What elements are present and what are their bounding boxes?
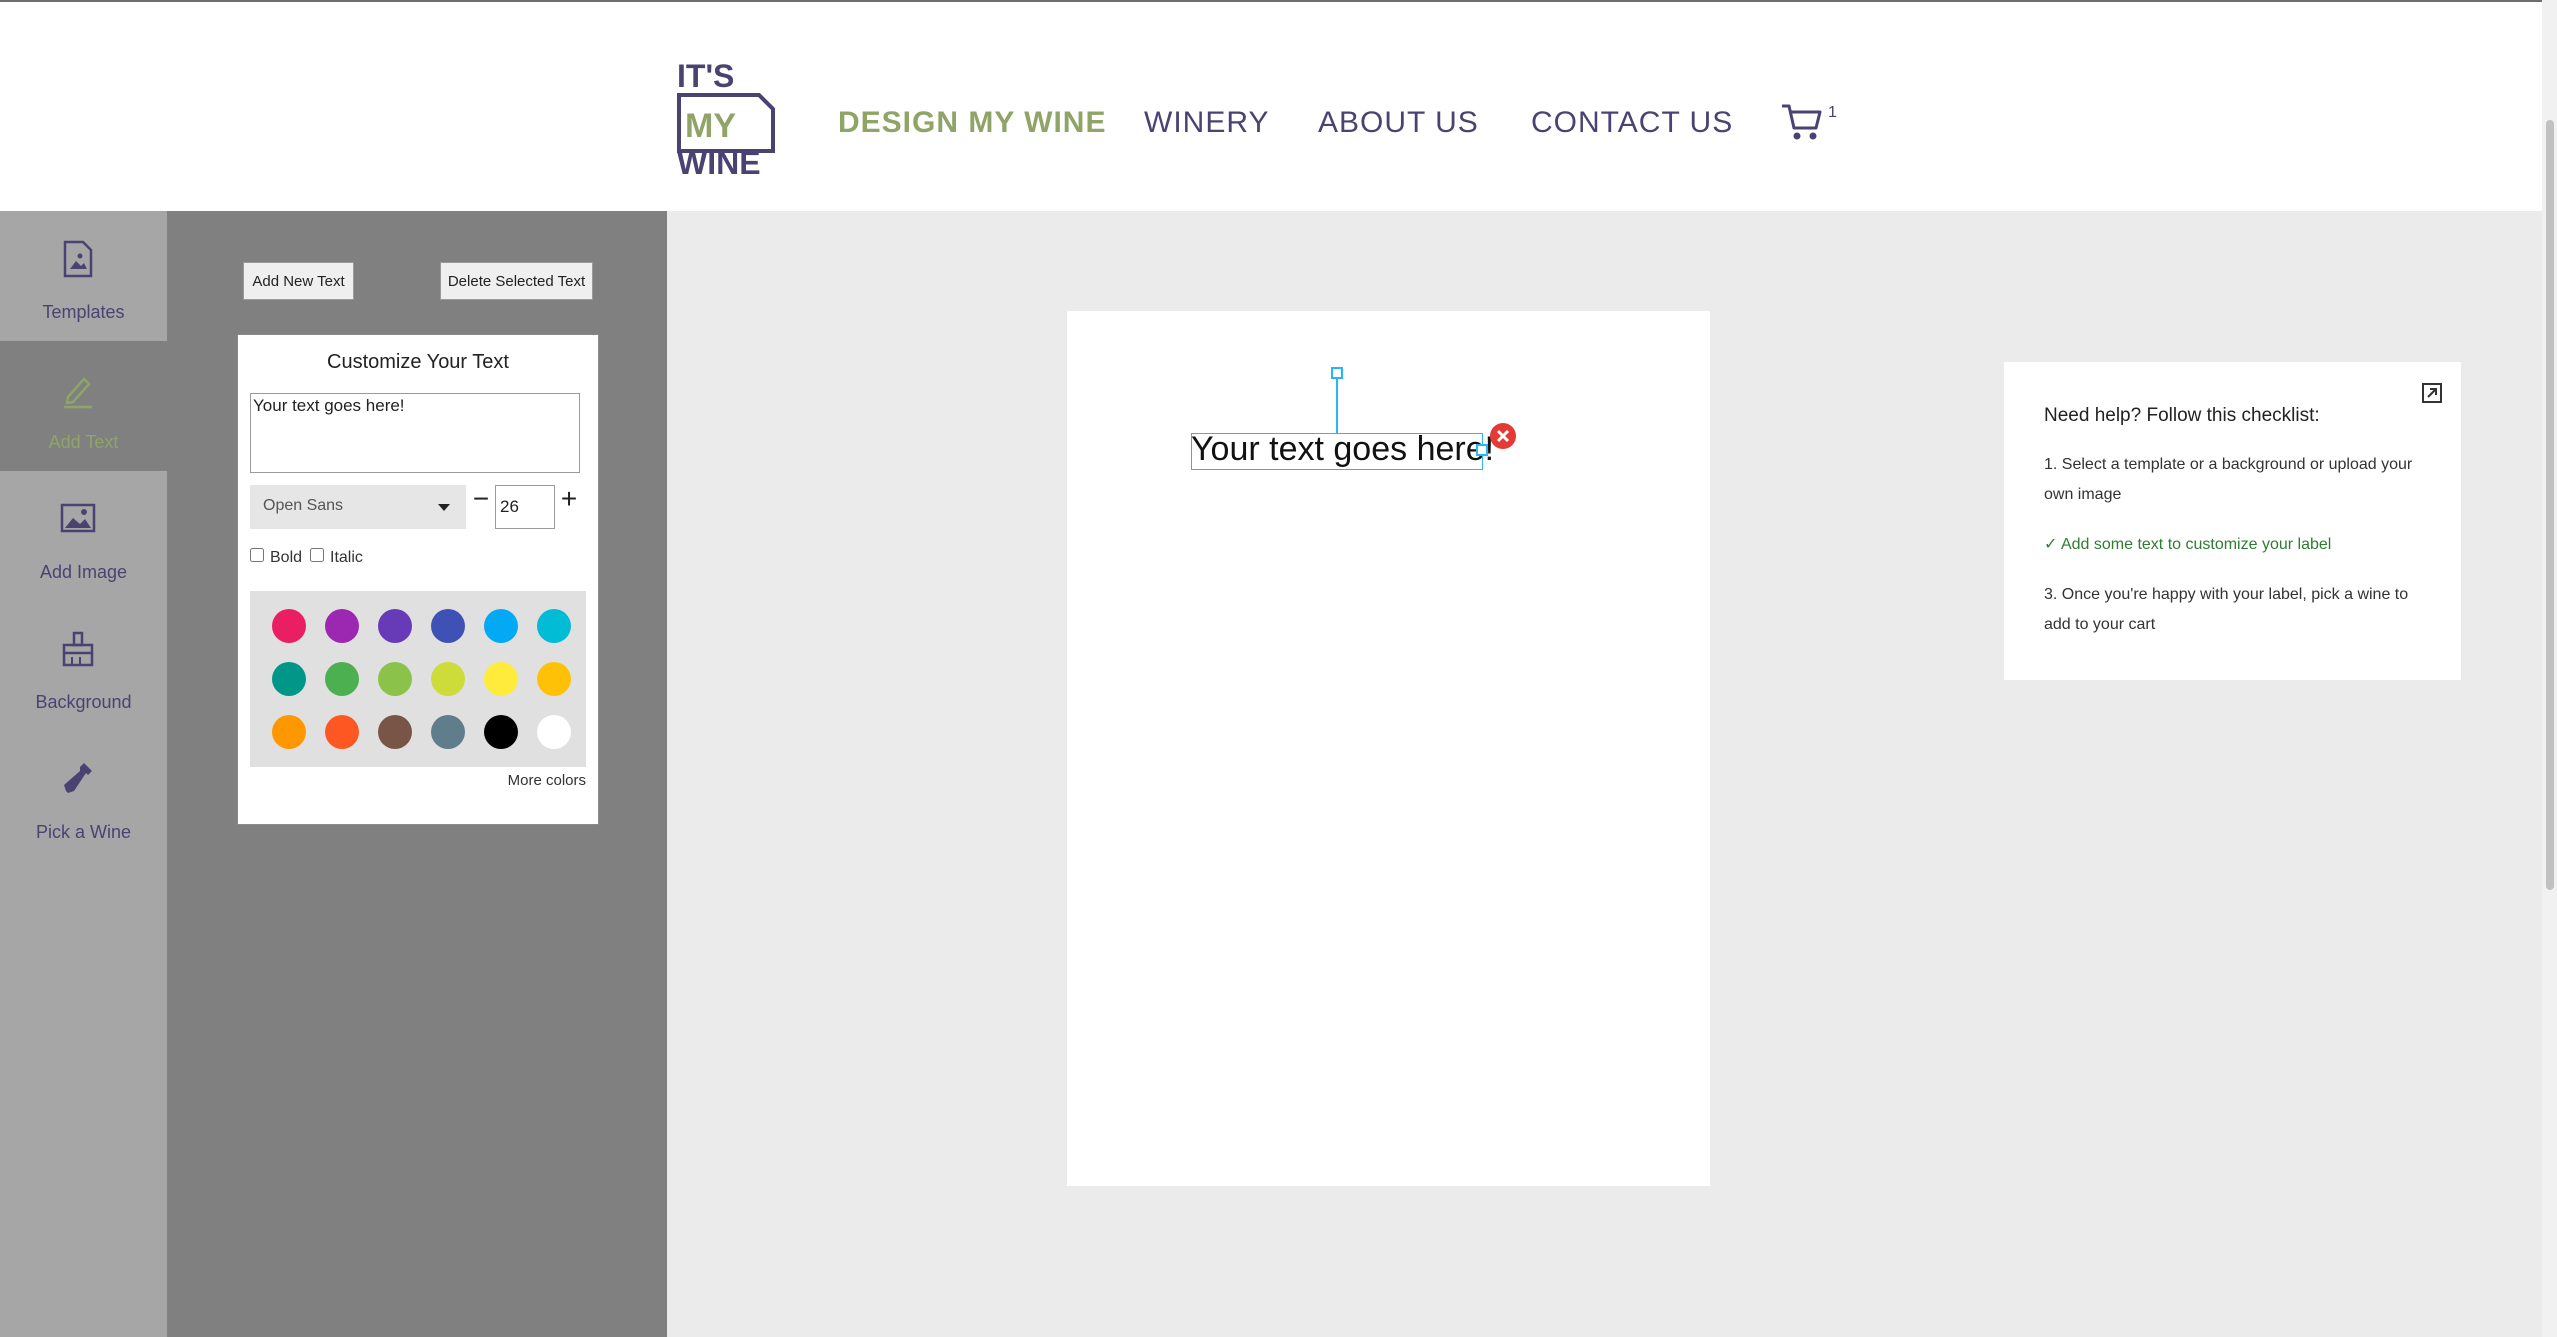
color-swatch[interactable] (325, 662, 359, 696)
color-swatch[interactable] (484, 662, 518, 696)
rotation-line (1336, 379, 1338, 433)
italic-label: Italic (330, 549, 363, 566)
color-swatch[interactable] (272, 662, 306, 696)
rotate-handle[interactable] (1331, 367, 1343, 379)
rail-item-templates[interactable]: Templates (0, 211, 167, 341)
rail-item-pick-a-wine[interactable]: Pick a Wine (0, 731, 167, 861)
font-select[interactable]: Open Sans (250, 485, 466, 529)
tool-rail: Templates Add Text Add Image Background … (0, 211, 167, 1337)
rail-label-add-image: Add Image (39, 562, 128, 582)
color-swatch[interactable] (431, 609, 465, 643)
chevron-down-icon (438, 504, 450, 511)
nav-contact-us[interactable]: CONTACT US (1531, 106, 1733, 140)
cart-icon[interactable] (1780, 102, 1824, 142)
rail-item-add-text[interactable]: Add Text (0, 341, 167, 471)
color-swatch[interactable] (325, 715, 359, 749)
template-icon (63, 240, 93, 278)
card-title: Customize Your Text (327, 351, 509, 373)
italic-checkbox[interactable] (310, 548, 324, 562)
color-swatch[interactable] (537, 662, 571, 696)
logo-line-2: MY (685, 107, 736, 145)
logo[interactable]: IT'S MY WINE (675, 57, 781, 181)
logo-line-1: IT'S (677, 58, 734, 94)
font-size-input[interactable] (495, 485, 555, 529)
nav-design-my-wine[interactable]: DESIGN MY WINE (838, 106, 1106, 140)
bold-label: Bold (270, 549, 303, 566)
expand-icon[interactable] (2421, 382, 2443, 404)
customize-text-card: Customize Your Text Your text goes here!… (237, 334, 599, 825)
help-checklist: Need help? Follow this checklist: 1. Sel… (2004, 362, 2461, 680)
color-swatch[interactable] (431, 662, 465, 696)
rail-label-background: Background (35, 692, 132, 712)
color-swatch[interactable] (537, 609, 571, 643)
increase-size-button[interactable]: + (558, 483, 580, 515)
delete-selected-text-button[interactable]: Delete Selected Text (440, 262, 593, 300)
color-palette (250, 591, 586, 767)
nav-winery[interactable]: WINERY (1144, 106, 1269, 140)
more-colors-link[interactable]: More colors (508, 772, 586, 789)
scrollbar-thumb[interactable] (2546, 120, 2554, 890)
color-swatch[interactable] (378, 662, 412, 696)
check-icon: ✓ (2044, 536, 2058, 553)
wine-bottle-icon (64, 763, 92, 793)
color-swatch[interactable] (272, 715, 306, 749)
rail-item-background[interactable]: Background (0, 601, 167, 731)
selection-box (1191, 433, 1483, 470)
rail-label-pick-a-wine: Pick a Wine (35, 822, 132, 842)
color-swatch[interactable] (325, 609, 359, 643)
text-content-input[interactable]: Your text goes here! (250, 393, 580, 473)
help-title: Need help? Follow this checklist: (2044, 405, 2320, 426)
cart-count: 1 (1828, 104, 1837, 121)
rail-label-templates: Templates (42, 302, 125, 322)
pencil-icon (64, 377, 92, 409)
color-swatch[interactable] (378, 609, 412, 643)
decrease-size-button[interactable]: − (470, 483, 492, 515)
color-swatch[interactable] (484, 609, 518, 643)
help-step-2: ✓ Add some text to customize your label (2044, 530, 2434, 560)
color-swatch[interactable] (484, 715, 518, 749)
delete-object-icon[interactable] (1490, 423, 1516, 449)
font-select-value: Open Sans (263, 497, 344, 514)
rail-item-add-image[interactable]: Add Image (0, 471, 167, 601)
color-swatch[interactable] (431, 715, 465, 749)
add-new-text-button[interactable]: Add New Text (243, 262, 354, 300)
bold-checkbox[interactable] (250, 548, 264, 562)
help-step-1: 1. Select a template or a background or … (2044, 456, 2413, 503)
image-icon (60, 503, 96, 533)
rail-label-add-text: Add Text (48, 432, 119, 452)
nav-about-us[interactable]: ABOUT US (1318, 106, 1479, 140)
logo-line-3: WINE (677, 145, 761, 177)
help-step-3: 3. Once you're happy with your label, pi… (2044, 586, 2409, 633)
site-header: IT'S MY WINE DESIGN MY WINE WINERY ABOUT… (0, 0, 2542, 211)
color-swatch[interactable] (378, 715, 412, 749)
color-swatch[interactable] (272, 609, 306, 643)
paint-brush-icon (62, 631, 94, 667)
help-step-2-text: Add some text to customize your label (2060, 536, 2332, 553)
resize-handle[interactable] (1476, 444, 1488, 456)
color-swatch[interactable] (537, 715, 571, 749)
